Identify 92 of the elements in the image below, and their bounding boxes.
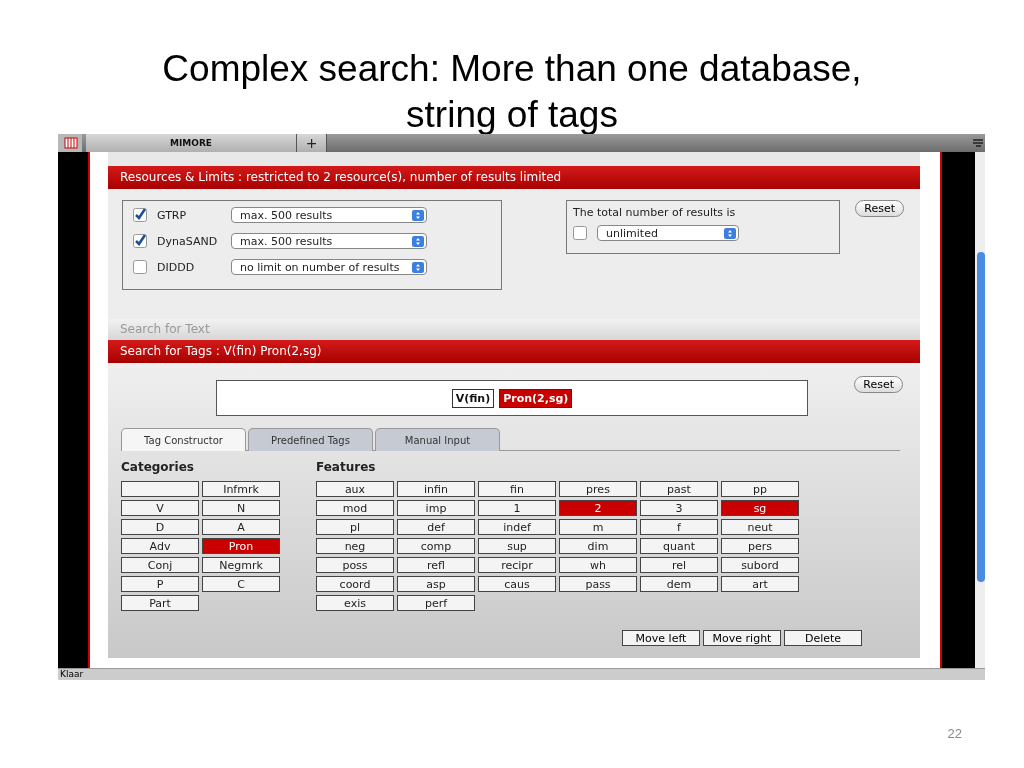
features-heading: Features xyxy=(316,460,377,474)
feature-button[interactable]: quant xyxy=(640,538,718,554)
category-button[interactable]: Conj xyxy=(121,557,199,573)
app-icon xyxy=(58,134,82,152)
dropdown-value: no limit on number of results xyxy=(240,260,400,274)
stepper-icon xyxy=(724,227,736,239)
tag-chip[interactable]: V(fin) xyxy=(451,388,495,408)
resource-name: DynaSAND xyxy=(157,234,219,248)
reset-button[interactable]: Reset xyxy=(854,376,903,393)
checkbox[interactable] xyxy=(573,226,587,240)
category-button[interactable] xyxy=(121,481,199,497)
feature-button[interactable]: imp xyxy=(397,500,475,516)
reset-button[interactable]: Reset xyxy=(855,200,904,217)
feature-button[interactable]: pers xyxy=(721,538,799,554)
feature-button[interactable]: comp xyxy=(397,538,475,554)
page-number: 22 xyxy=(947,726,962,741)
category-button[interactable]: A xyxy=(202,519,280,535)
checkbox[interactable] xyxy=(133,234,147,248)
dropdown[interactable]: max. 500 results xyxy=(231,207,427,223)
feature-button[interactable]: pp xyxy=(721,481,799,497)
feature-button[interactable]: coord xyxy=(316,576,394,592)
resource-name: GTRP xyxy=(157,208,188,222)
dropdown[interactable]: unlimited xyxy=(597,225,739,241)
feature-button[interactable]: infin xyxy=(397,481,475,497)
category-button[interactable]: Part xyxy=(121,595,199,611)
feature-button[interactable]: perf xyxy=(397,595,475,611)
feature-button[interactable]: def xyxy=(397,519,475,535)
dropdown-value: unlimited xyxy=(606,226,658,240)
section-header[interactable]: Search for Tags : V(fin) Pron(2,sg) xyxy=(108,340,920,363)
category-button[interactable]: C xyxy=(202,576,280,592)
feature-button[interactable]: rel xyxy=(640,557,718,573)
checkbox[interactable] xyxy=(133,260,147,274)
tab[interactable]: Predefined Tags xyxy=(248,428,373,451)
feature-button[interactable]: sup xyxy=(478,538,556,554)
feature-button[interactable]: dim xyxy=(559,538,637,554)
feature-button[interactable]: poss xyxy=(316,557,394,573)
feature-button[interactable]: m xyxy=(559,519,637,535)
dropdown[interactable]: no limit on number of results xyxy=(231,259,427,275)
feature-button[interactable]: past xyxy=(640,481,718,497)
stepper-icon xyxy=(412,261,424,273)
feature-button[interactable]: asp xyxy=(397,576,475,592)
feature-button[interactable]: mod xyxy=(316,500,394,516)
feature-button[interactable]: pass xyxy=(559,576,637,592)
resource-name: DIDDD xyxy=(157,260,196,274)
feature-button[interactable]: caus xyxy=(478,576,556,592)
tab[interactable]: Manual Input xyxy=(375,428,500,451)
feature-button[interactable]: refl xyxy=(397,557,475,573)
feature-button[interactable]: 3 xyxy=(640,500,718,516)
browser-tab[interactable]: MIMORE xyxy=(86,134,297,152)
feature-button[interactable]: exis xyxy=(316,595,394,611)
category-button[interactable]: Adv xyxy=(121,538,199,554)
feature-button[interactable]: dem xyxy=(640,576,718,592)
category-button[interactable]: P xyxy=(121,576,199,592)
category-button[interactable]: D xyxy=(121,519,199,535)
action-button[interactable]: Delete xyxy=(784,630,862,646)
category-button[interactable]: Infmrk xyxy=(202,481,280,497)
total-label: The total number of results is xyxy=(573,206,737,219)
feature-button[interactable]: indef xyxy=(478,519,556,535)
section-header[interactable]: Resources & Limits : restricted to 2 resource(s), number of results limited xyxy=(108,166,920,189)
dropdown[interactable]: max. 500 results xyxy=(231,233,427,249)
stepper-icon xyxy=(412,209,424,221)
action-button[interactable]: Move left xyxy=(622,630,700,646)
checkbox[interactable] xyxy=(133,208,147,222)
feature-button[interactable]: pl xyxy=(316,519,394,535)
categories-heading: Categories xyxy=(121,460,195,474)
stepper-icon xyxy=(412,235,424,247)
feature-button[interactable]: sg xyxy=(721,500,799,516)
category-button[interactable]: V xyxy=(121,500,199,516)
feature-button[interactable]: pres xyxy=(559,481,637,497)
action-button[interactable]: Move right xyxy=(703,630,781,646)
feature-button[interactable]: fin xyxy=(478,481,556,497)
feature-button[interactable]: aux xyxy=(316,481,394,497)
status-text: Klaar xyxy=(58,668,985,680)
dropdown-value: max. 500 results xyxy=(240,208,333,222)
tag-chip[interactable]: Pron(2,sg) xyxy=(499,388,573,408)
tab[interactable]: Tag Constructor xyxy=(121,428,246,451)
feature-button[interactable]: subord xyxy=(721,557,799,573)
feature-button[interactable]: f xyxy=(640,519,718,535)
category-button[interactable]: N xyxy=(202,500,280,516)
new-tab-button[interactable]: + xyxy=(297,134,327,152)
slide-title: Complex search: More than one database, string of tags xyxy=(161,47,863,134)
feature-button[interactable]: wh xyxy=(559,557,637,573)
feature-button[interactable]: art xyxy=(721,576,799,592)
category-button[interactable]: Negmrk xyxy=(202,557,280,573)
feature-button[interactable]: 2 xyxy=(559,500,637,516)
category-button[interactable]: Pron xyxy=(202,538,280,554)
feature-button[interactable]: neg xyxy=(316,538,394,554)
dropdown-value: max. 500 results xyxy=(240,234,333,248)
feature-button[interactable]: neut xyxy=(721,519,799,535)
feature-button[interactable]: 1 xyxy=(478,500,556,516)
feature-button[interactable]: recipr xyxy=(478,557,556,573)
scrollbar[interactable] xyxy=(975,152,985,668)
